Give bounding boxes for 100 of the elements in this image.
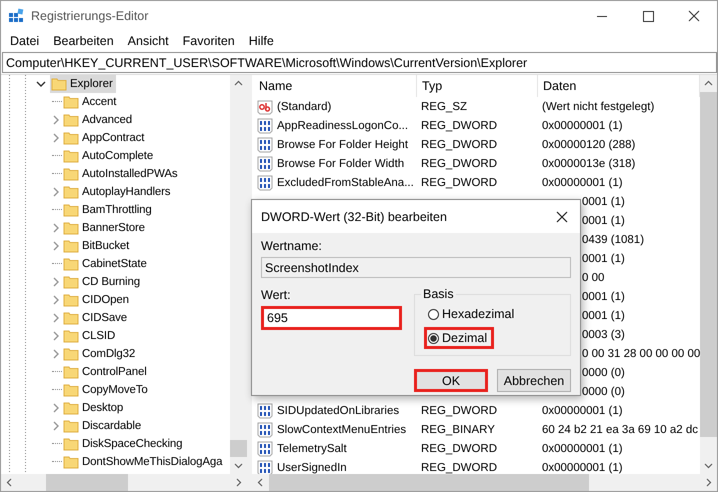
folder-icon	[63, 256, 79, 272]
tree-item[interactable]: Desktop	[62, 399, 126, 417]
menu-item[interactable]: Datei	[3, 34, 46, 48]
tree-item[interactable]: AutoInstalledPWAs	[62, 165, 180, 183]
radio-option[interactable]: Hexadezimal	[424, 303, 522, 325]
tree-item[interactable]: BitBucket	[62, 237, 132, 255]
value-field[interactable]: 695	[261, 306, 402, 330]
tree-item[interactable]: CopyMoveTo	[62, 381, 151, 399]
scrollbar-thumb[interactable]	[230, 440, 247, 457]
binary-value-icon	[257, 118, 273, 134]
table-cell: 0 00 31 28 00 00 00 00	[582, 348, 700, 360]
folder-icon	[63, 328, 79, 344]
binary-value-icon	[257, 156, 273, 172]
table-cell-text: 0000 (0)	[582, 366, 626, 378]
table-cell-text: 0x0000013e (318)	[541, 158, 636, 170]
folder-icon	[63, 382, 79, 398]
value-name[interactable]: Browse For Folder Width	[277, 158, 404, 170]
dialog-title: DWORD-Wert (32-Bit) bearbeiten	[261, 210, 447, 224]
table-cell-text: 60 24 b2 21 ea 3a 69 10 a2 dc	[541, 424, 700, 436]
horizontal-scrollbar[interactable]	[252, 474, 717, 491]
table-cell-text: 0439 (1081)	[582, 234, 646, 246]
tree-item[interactable]: DontShowMeThisDialogAga	[62, 453, 226, 471]
table-cell-text: 0x00000001 (1)	[541, 442, 624, 454]
tree-item[interactable]: CIDSave	[62, 309, 130, 327]
table-cell-text: REG_DWORD	[420, 442, 498, 454]
tree-item[interactable]: Discardable	[62, 417, 144, 435]
dialog-button[interactable]: OK	[414, 369, 488, 392]
folder-icon	[63, 346, 79, 362]
chevron-down-icon[interactable]	[36, 79, 46, 89]
value-name[interactable]: (Standard)	[277, 100, 332, 112]
string-value-icon	[257, 98, 273, 114]
table-cell-text: REG_DWORD	[420, 120, 498, 132]
horizontal-scrollbar[interactable]	[1, 474, 247, 491]
table-cell-text: 0001 (1)	[582, 290, 626, 302]
tree-item[interactable]: CD Burning	[62, 273, 143, 291]
folder-icon	[63, 184, 79, 200]
folder-icon	[63, 436, 79, 452]
table-cell-text: REG_DWORD	[420, 158, 498, 170]
dialog-button[interactable]: Abbrechen	[497, 369, 571, 392]
table-cell-text: REG_SZ	[420, 100, 468, 112]
tree-item[interactable]: Advanced	[62, 111, 135, 129]
tree-item[interactable]: Accent	[62, 93, 120, 111]
tree-item[interactable]: CLSID	[62, 327, 118, 345]
menu-item[interactable]: Ansicht	[120, 34, 176, 48]
tree-item[interactable]: Explorer	[50, 75, 116, 93]
table-cell-text: REG_BINARY	[420, 424, 496, 436]
tree-item[interactable]: ControlPanel	[62, 363, 150, 381]
folder-icon	[63, 364, 79, 380]
menu-item[interactable]: Bearbeiten	[46, 34, 121, 48]
tree-item[interactable]: CIDOpen	[62, 291, 132, 309]
group-label: Basis	[421, 287, 456, 301]
folder-icon	[63, 400, 79, 416]
column-header[interactable]: Typ	[417, 75, 538, 97]
column-header[interactable]: Name	[254, 75, 417, 97]
table-cell-text: (Wert nicht festgelegt)	[541, 100, 656, 112]
scrollbar-thumb[interactable]	[269, 474, 589, 491]
value-name[interactable]: SIDUpdatedOnLibraries	[277, 404, 400, 416]
tree-item[interactable]: AutoComplete	[62, 147, 156, 165]
value-name[interactable]: UserSignedIn	[277, 462, 347, 474]
tree-item[interactable]: DiskSpaceChecking	[62, 435, 186, 453]
tree-item[interactable]: CabinetState	[62, 255, 150, 273]
binary-value-icon	[257, 402, 273, 418]
tree-item[interactable]: AutoplayHandlers	[62, 183, 174, 201]
scrollbar-thumb[interactable]	[46, 474, 128, 491]
value-name[interactable]: ExcludedFromStableAna...	[277, 176, 414, 188]
folder-icon	[63, 202, 79, 218]
vertical-scrollbar[interactable]	[230, 75, 247, 474]
value-name[interactable]: AppReadinessLogonCo...	[277, 120, 408, 132]
binary-value-icon	[257, 460, 273, 474]
tree-item[interactable]: ComDlg32	[62, 345, 138, 363]
table-cell-text: 0001 (1)	[582, 252, 626, 264]
value-name[interactable]: TelemetrySalt	[277, 442, 347, 454]
close-icon[interactable]	[555, 210, 569, 224]
binary-value-icon	[257, 174, 273, 190]
folder-icon	[63, 112, 79, 128]
binary-value-icon	[257, 422, 273, 438]
menu-item[interactable]: Hilfe	[242, 34, 281, 48]
window-title: Registrierungs-Editor	[31, 9, 148, 23]
folder-icon	[63, 454, 79, 470]
table-cell-text: 0x00000001 (1)	[541, 176, 624, 188]
folder-icon	[63, 274, 79, 290]
radio-option[interactable]: Dezimal	[424, 327, 494, 349]
tree-item[interactable]: AppContract	[62, 129, 148, 147]
value-name[interactable]: SlowContextMenuEntries	[277, 424, 406, 436]
menu-item[interactable]: Favoriten	[176, 34, 242, 48]
registry-icon	[8, 8, 24, 24]
binary-value-icon	[257, 440, 273, 456]
field-label: Wert:	[261, 288, 292, 302]
table-cell-text: 0003 (3)	[582, 328, 626, 340]
value-name[interactable]: Browse For Folder Height	[277, 138, 408, 150]
table-cell-text: 0x00000001 (1)	[541, 120, 624, 132]
value-name-field: ScreenshotIndex	[261, 257, 571, 278]
tree-item[interactable]: BannerStore	[62, 219, 148, 237]
tree-item[interactable]: BamThrottling	[62, 201, 155, 219]
address-field[interactable]: Computer\HKEY_CURRENT_USER\SOFTWARE\Microsoft\Windows\CurrentVersion\Explorer	[2, 52, 717, 73]
folder-icon	[63, 238, 79, 254]
table-cell-text: REG_DWORD	[420, 138, 498, 150]
table-cell-text: 0x00000001 (1)	[541, 404, 624, 416]
folder-icon	[63, 130, 79, 146]
folder-icon	[63, 292, 79, 308]
